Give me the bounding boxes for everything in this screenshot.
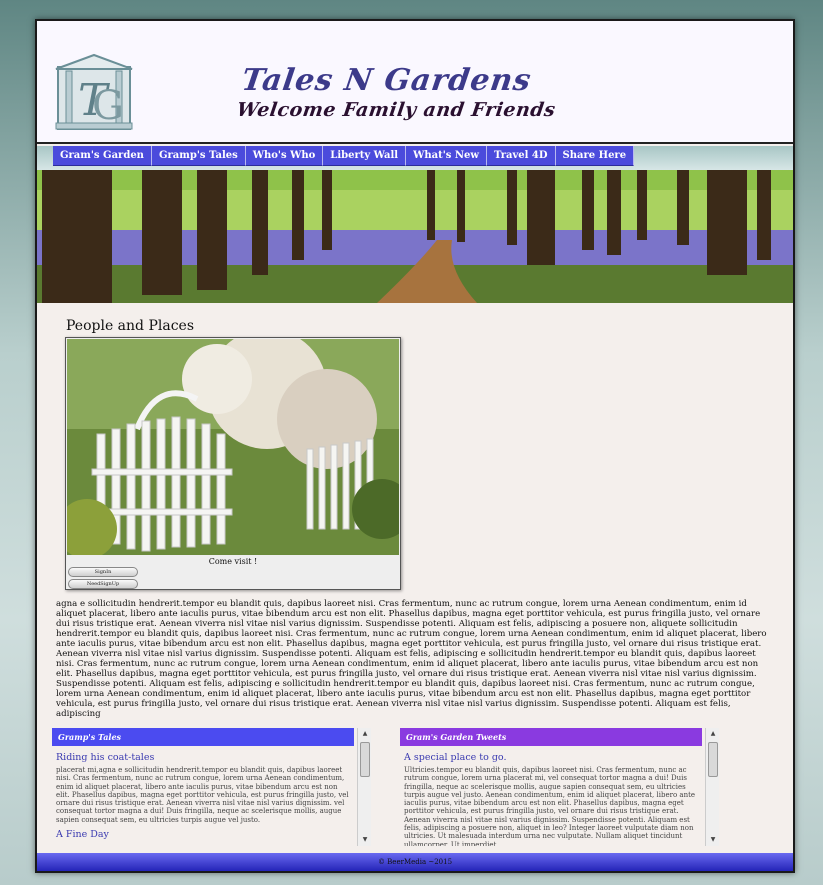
photo-caption: Come visit ! [208, 557, 258, 566]
section-heading: People and Places [66, 318, 195, 334]
gramps-tales-panel: Gramp's Tales Riding his coat-tales plac… [52, 728, 373, 846]
tweet-text: Ultricies.tempor eu blandit quis, dapibu… [404, 766, 696, 846]
scroll-down-arrow-icon[interactable]: ▼ [358, 834, 372, 846]
page-container: T G Tales N Gardens Welcome Family and F… [35, 19, 795, 873]
nav-item-travel-4d[interactable]: Travel 4D [486, 146, 556, 166]
grams-garden-tweets-content: A special place to go. Ultricies.tempor … [400, 746, 704, 846]
scroll-thumb[interactable] [360, 742, 370, 777]
scroll-down-arrow-icon[interactable]: ▼ [706, 834, 720, 846]
grams-garden-tweets-header: Gram's Garden Tweets [400, 728, 702, 746]
gramps-tales-scrollbar[interactable]: ▲ ▼ [357, 728, 371, 846]
grams-garden-tweets-scrollbar[interactable]: ▲ ▼ [705, 728, 719, 846]
site-subtitle: Welcome Family and Friends [235, 99, 557, 121]
site-footer: © BeerMedia ~2015 [37, 853, 793, 871]
need-signup-button[interactable]: NeedSignUp [68, 579, 138, 589]
nav-band: Gram's Garden Gramp's Tales Who's Who Li… [37, 146, 793, 170]
nav-item-gramps-tales[interactable]: Gramp's Tales [151, 146, 246, 166]
gramps-tales-content: Riding his coat-tales placerat mi,agna e… [52, 746, 356, 846]
post-title-link[interactable]: Riding his coat-tales [56, 752, 352, 763]
garden-gate-photo [67, 339, 399, 555]
forest-banner-image [37, 170, 793, 303]
tweet-title-link[interactable]: A special place to go. [404, 752, 700, 763]
site-logo[interactable]: T G [52, 53, 136, 131]
scroll-up-arrow-icon[interactable]: ▲ [358, 728, 372, 740]
grams-garden-tweets-panel: Gram's Garden Tweets A special place to … [400, 728, 721, 846]
nav-item-grams-garden[interactable]: Gram's Garden [53, 146, 152, 166]
post-text: placerat mi,agna e sollicitudin hendreri… [56, 766, 349, 824]
sign-in-button[interactable]: SignIn [68, 567, 138, 577]
nav-item-liberty-wall[interactable]: Liberty Wall [323, 146, 407, 166]
site-title: Tales N Gardens [239, 63, 534, 98]
site-header: T G Tales N Gardens Welcome Family and F… [37, 21, 793, 144]
photo-card: Come visit ! SignIn NeedSignUp [65, 337, 401, 590]
main-nav: Gram's Garden Gramp's Tales Who's Who Li… [53, 146, 635, 166]
nav-item-whos-who[interactable]: Who's Who [245, 146, 324, 166]
nav-item-share-here[interactable]: Share Here [555, 146, 635, 166]
scroll-thumb[interactable] [708, 742, 718, 777]
scroll-up-arrow-icon[interactable]: ▲ [706, 728, 720, 740]
post-title-link-2[interactable]: A Fine Day [56, 829, 352, 840]
body-paragraph: agna e sollicitudin hendrerit.tempor eu … [56, 599, 767, 719]
nav-item-whats-new[interactable]: What's New [406, 146, 487, 166]
svg-text:G: G [92, 83, 124, 129]
forest-scene [37, 170, 793, 303]
garden-gate-illustration [67, 339, 399, 555]
gramps-tales-header: Gramp's Tales [52, 728, 354, 746]
